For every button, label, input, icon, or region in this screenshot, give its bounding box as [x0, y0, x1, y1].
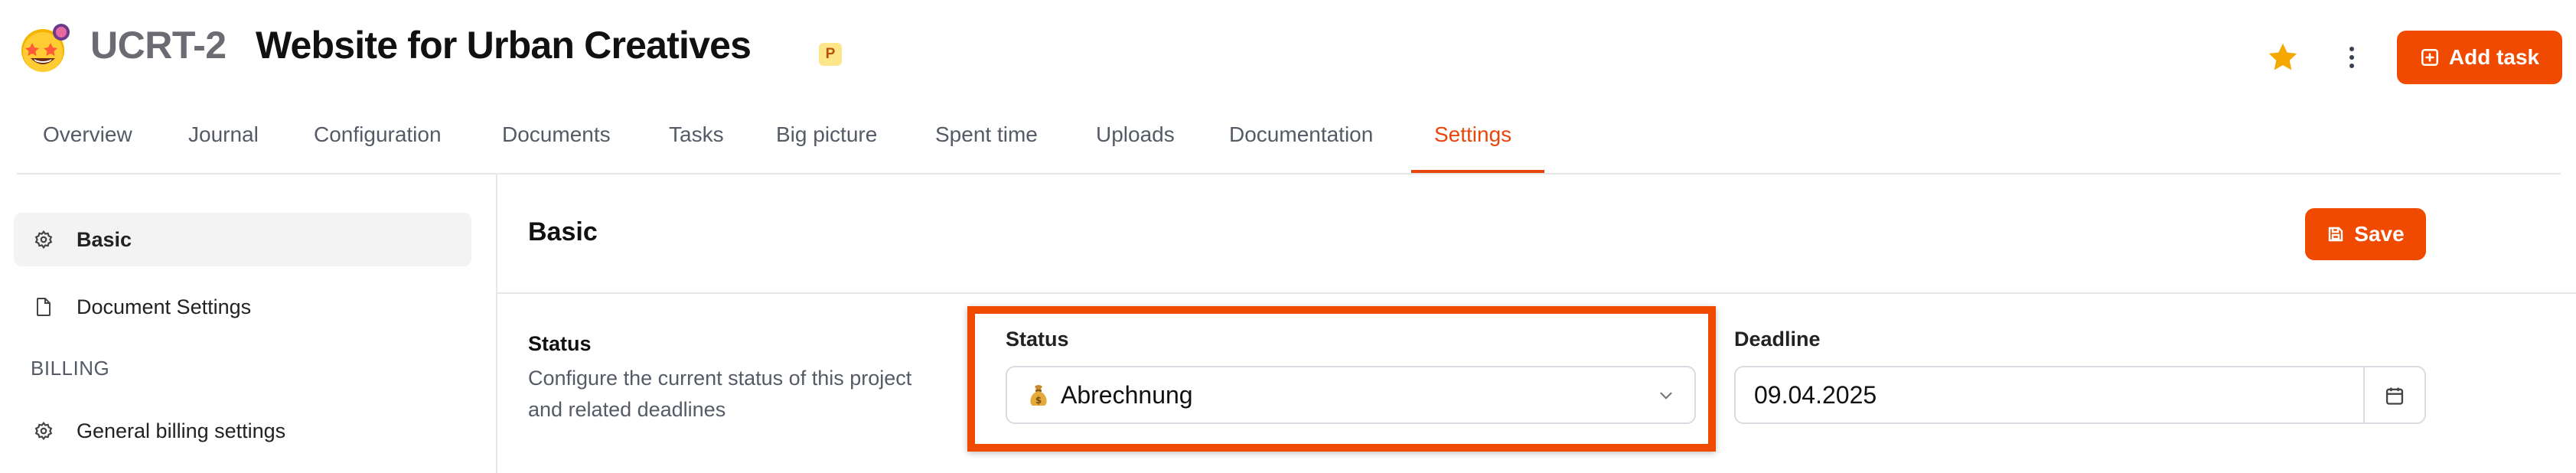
plus-square-icon [2421, 48, 2438, 67]
tab-tasks[interactable]: Tasks [669, 122, 724, 147]
project-badge: P [819, 43, 842, 66]
save-label: Save [2354, 222, 2405, 246]
tab-settings[interactable]: Settings [1434, 122, 1511, 147]
favorite-star-icon[interactable] [2265, 40, 2300, 75]
project-title: Website for Urban Creatives [256, 24, 752, 67]
tab-journal[interactable]: Journal [188, 122, 259, 147]
more-options-kebab-icon[interactable] [2337, 41, 2366, 73]
status-section-description: Configure the current status of this pro… [528, 367, 912, 421]
status-select[interactable]: $ Abrechnung [1006, 366, 1696, 424]
sidebar-item-label: Document Settings [77, 295, 252, 318]
tab-bar-divider [17, 173, 2561, 175]
tab-overview[interactable]: Overview [43, 122, 132, 147]
sidebar-section-billing: BILLING [31, 357, 110, 380]
calendar-icon[interactable] [2380, 381, 2409, 410]
section-divider [497, 292, 2576, 294]
calendar-separator [2363, 367, 2365, 422]
status-section-title: Status [528, 332, 592, 355]
active-tab-indicator [1411, 170, 1544, 173]
tab-configuration[interactable]: Configuration [314, 122, 442, 147]
svg-text:$: $ [1035, 395, 1042, 406]
money-bag-icon: $ [1030, 385, 1047, 406]
tab-uploads[interactable]: Uploads [1096, 122, 1175, 147]
deadline-value: 09.04.2025 [1754, 380, 1877, 409]
document-icon [32, 295, 55, 318]
page-title: Basic [528, 217, 598, 246]
sidebar-item-label: Basic [77, 227, 132, 251]
sidebar-item-document-settings[interactable]: Document Settings [14, 280, 471, 334]
tab-documentation[interactable]: Documentation [1229, 122, 1373, 147]
star-struck-emoji-icon [21, 24, 70, 72]
tab-spent-time[interactable]: Spent time [935, 122, 1038, 147]
tab-big-picture[interactable]: Big picture [776, 122, 877, 147]
status-select-value: Abrechnung [1061, 380, 1193, 409]
sidebar-item-general-billing-settings[interactable]: General billing settings [14, 404, 471, 458]
save-button[interactable]: Save [2305, 208, 2426, 260]
sidebar-item-label: General billing settings [77, 419, 286, 442]
tab-documents[interactable]: Documents [502, 122, 611, 147]
gear-icon [32, 228, 55, 251]
project-code: UCRT-2 [90, 24, 227, 67]
save-disk-icon [2329, 227, 2343, 242]
add-task-label: Add task [2448, 45, 2540, 69]
add-task-button[interactable]: Add task [2397, 31, 2562, 84]
gear-icon [32, 419, 55, 442]
sidebar-divider [496, 175, 497, 473]
deadline-date-input[interactable]: 09.04.2025 [1734, 366, 2426, 424]
status-field-label: Status [1006, 328, 1069, 351]
chevron-down-icon [1660, 392, 1672, 400]
project-avatar [20, 23, 70, 73]
sidebar-item-basic[interactable]: Basic [14, 213, 471, 266]
deadline-field-label: Deadline [1734, 328, 1821, 351]
